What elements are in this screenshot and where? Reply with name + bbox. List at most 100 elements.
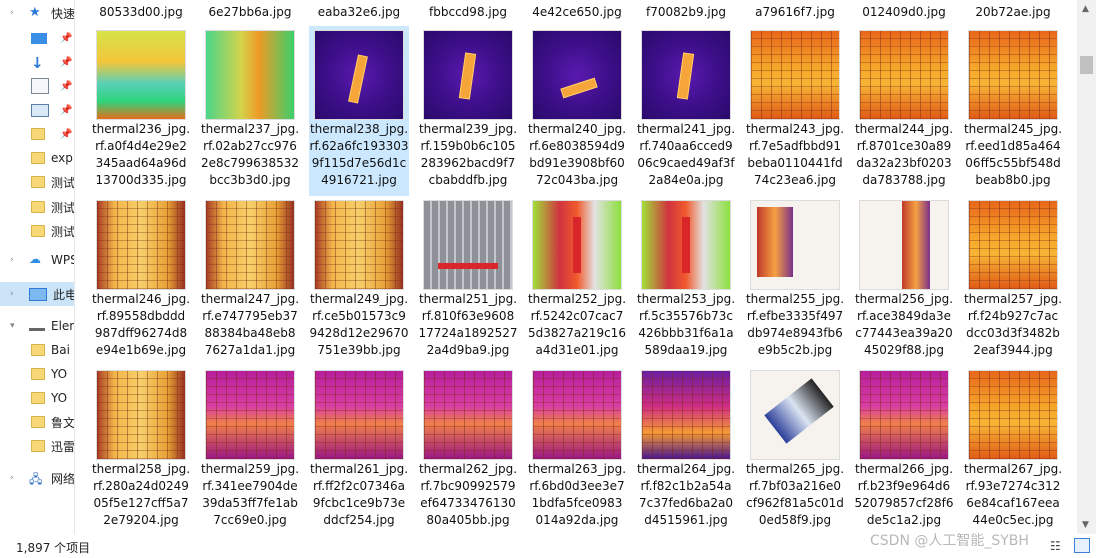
- file-tile[interactable]: thermal238_jpg. rf.62a6fc193303 9f115d7e56…: [309, 26, 409, 196]
- nav-item-6[interactable]: exp: [0, 146, 74, 170]
- details-view-icon[interactable]: ☷: [1050, 539, 1061, 553]
- nav-item-17[interactable]: 迅雷: [0, 434, 74, 458]
- file-tile[interactable]: thermal247_jpg. rf.e747795eb37 88384ba48eb…: [200, 196, 300, 366]
- expand-chevron-icon[interactable]: ›: [10, 8, 14, 18]
- file-name-line: 06ff5c55bf548d: [965, 156, 1061, 170]
- image-thumbnail[interactable]: [314, 30, 404, 120]
- nav-item-1[interactable]: 📌: [0, 26, 74, 50]
- image-thumbnail[interactable]: [859, 370, 949, 460]
- file-tile[interactable]: thermal245_jpg. rf.eed1d85a464 06ff5c55bf5…: [963, 26, 1063, 196]
- image-thumbnail[interactable]: [205, 370, 295, 460]
- file-tile[interactable]: thermal259_jpg. rf.341ee7904de 39da53ff7fe…: [200, 366, 300, 534]
- file-tile[interactable]: thermal266_jpg. rf.b23f9e964d6 52079857cf2…: [854, 366, 954, 534]
- file-caption-partial[interactable]: 4e42ce650.jpg: [527, 5, 627, 19]
- file-name: thermal237_jpg. rf.02ab27cc976 2e8c7996385…: [200, 121, 300, 189]
- expand-chevron-icon[interactable]: ▾: [10, 321, 15, 331]
- file-caption-partial[interactable]: 6e27bb6a.jpg: [200, 5, 300, 19]
- image-thumbnail[interactable]: [641, 200, 731, 290]
- file-caption-partial[interactable]: eaba32e6.jpg: [309, 5, 409, 19]
- nav-item-5[interactable]: 📌: [0, 122, 74, 146]
- image-thumbnail[interactable]: [314, 370, 404, 460]
- document-icon: [31, 78, 49, 94]
- file-tile[interactable]: thermal257_jpg. rf.f24b927c7ac dcc03d3f348…: [963, 196, 1063, 366]
- nav-item-7[interactable]: 测试: [0, 170, 74, 194]
- image-thumbnail[interactable]: [968, 30, 1058, 120]
- image-thumbnail[interactable]: [423, 370, 513, 460]
- expand-chevron-icon[interactable]: ›: [10, 255, 14, 265]
- image-thumbnail[interactable]: [314, 200, 404, 290]
- file-tile[interactable]: thermal265_jpg. rf.7bf03a216e0 cf962f81a5c…: [745, 366, 845, 534]
- image-thumbnail[interactable]: [750, 30, 840, 120]
- nav-item-18[interactable]: 🖧 网络 ›: [0, 466, 74, 490]
- image-thumbnail[interactable]: [96, 30, 186, 120]
- file-name-line: rf.ace3849da3e: [857, 309, 951, 323]
- nav-item-14[interactable]: YO: [0, 362, 74, 386]
- image-thumbnail[interactable]: [205, 200, 295, 290]
- nav-item-3[interactable]: 📌: [0, 74, 74, 98]
- file-name-line: 2a84e0a.jpg: [648, 173, 724, 187]
- nav-item-9[interactable]: 测试: [0, 219, 74, 243]
- scroll-up-icon[interactable]: ▲: [1082, 4, 1089, 14]
- file-tile[interactable]: thermal252_jpg. rf.5242c07cac7 5d3827a219c…: [527, 196, 627, 366]
- file-caption-partial[interactable]: 012409d0.jpg: [854, 5, 954, 19]
- file-tile[interactable]: thermal239_jpg. rf.159b0b6c105 283962bacd9…: [418, 26, 518, 196]
- image-thumbnail[interactable]: [750, 370, 840, 460]
- file-tile[interactable]: thermal236_jpg. rf.a0f4d4e29e2 345aad64a96…: [91, 26, 191, 196]
- file-caption-partial[interactable]: 20b72ae.jpg: [963, 5, 1063, 19]
- image-thumbnail[interactable]: [96, 200, 186, 290]
- vertical-scrollbar[interactable]: ▲ ▼: [1077, 0, 1096, 534]
- file-tile[interactable]: thermal253_jpg. rf.5c35576b73c 426bbb31f6a…: [636, 196, 736, 366]
- image-thumbnail[interactable]: [968, 200, 1058, 290]
- file-tile[interactable]: thermal246_jpg. rf.89558dbddd 987dff96274d…: [91, 196, 191, 366]
- scroll-down-icon[interactable]: ▼: [1082, 520, 1089, 530]
- file-tile[interactable]: thermal243_jpg. rf.7e5adfbbd91 beba0110441…: [745, 26, 845, 196]
- image-thumbnail[interactable]: [205, 30, 295, 120]
- expand-chevron-icon[interactable]: ›: [10, 473, 14, 483]
- image-thumbnail[interactable]: [641, 370, 731, 460]
- expand-chevron-icon[interactable]: ›: [10, 289, 14, 299]
- file-caption-partial[interactable]: a79616f7.jpg: [745, 5, 845, 19]
- file-caption-partial[interactable]: fbbccd98.jpg: [418, 5, 518, 19]
- file-tile[interactable]: thermal255_jpg. rf.efbe3335f497 db974e8943…: [745, 196, 845, 366]
- image-thumbnail[interactable]: [532, 30, 622, 120]
- nav-item-16[interactable]: 鲁文: [0, 410, 74, 434]
- image-thumbnail[interactable]: [859, 30, 949, 120]
- nav-item-13[interactable]: Bai: [0, 338, 74, 362]
- image-thumbnail[interactable]: [532, 200, 622, 290]
- image-thumbnail[interactable]: [532, 370, 622, 460]
- nav-item-12[interactable]: Elem ▾: [0, 314, 74, 338]
- image-thumbnail[interactable]: [96, 370, 186, 460]
- nav-item-11[interactable]: 此电 ›: [0, 282, 74, 306]
- file-tile[interactable]: thermal264_jpg. rf.f82c1b2a54a 7c37fed6ba2…: [636, 366, 736, 534]
- file-tile[interactable]: thermal267_jpg. rf.93e7274c312 6e84caf167e…: [963, 366, 1063, 534]
- image-thumbnail[interactable]: [968, 370, 1058, 460]
- image-thumbnail[interactable]: [423, 30, 513, 120]
- nav-item-0[interactable]: ★ 快速 ›: [0, 1, 74, 25]
- file-tile[interactable]: thermal241_jpg. rf.740aa6cced9 06c9caed49a…: [636, 26, 736, 196]
- file-tile[interactable]: thermal237_jpg. rf.02ab27cc976 2e8c7996385…: [200, 26, 300, 196]
- image-thumbnail[interactable]: [641, 30, 731, 120]
- nav-item-4[interactable]: 📌: [0, 98, 74, 122]
- nav-item-2[interactable]: ↓ 📌: [0, 50, 74, 74]
- image-thumbnail[interactable]: [859, 200, 949, 290]
- file-name-line: 72c043ba.jpg: [535, 173, 619, 187]
- file-name-line: rf.f82c1b2a54a: [640, 479, 732, 493]
- file-tile[interactable]: thermal263_jpg. rf.6bd0d3ee3e7 1bdfa5fce09…: [527, 366, 627, 534]
- file-tile[interactable]: thermal258_jpg. rf.280a24d0249 05f5e127cff…: [91, 366, 191, 534]
- image-thumbnail[interactable]: [423, 200, 513, 290]
- file-tile[interactable]: thermal240_jpg. rf.6e8038594d9 bd91e3908bf…: [527, 26, 627, 196]
- file-tile[interactable]: thermal244_jpg. rf.8701ce30a89 da32a23bf02…: [854, 26, 954, 196]
- file-tile[interactable]: thermal249_jpg. rf.ce5b01573c9 9428d12e296…: [309, 196, 409, 366]
- nav-item-8[interactable]: 测试: [0, 195, 74, 219]
- file-tile[interactable]: thermal256_jpg. rf.ace3849da3e c77443ea39a…: [854, 196, 954, 366]
- nav-item-15[interactable]: YO: [0, 386, 74, 410]
- scrollbar-thumb[interactable]: [1080, 56, 1093, 74]
- file-caption-partial[interactable]: 80533d00.jpg: [91, 5, 191, 19]
- file-tile[interactable]: thermal251_jpg. rf.810f63e9608 17724a18925…: [418, 196, 518, 366]
- nav-item-10[interactable]: ☁ WPS ›: [0, 248, 74, 272]
- file-tile[interactable]: thermal262_jpg. rf.7bc90992579 ef647334761…: [418, 366, 518, 534]
- image-thumbnail[interactable]: [750, 200, 840, 290]
- thumbnail-view-icon[interactable]: [1074, 538, 1090, 553]
- file-caption-partial[interactable]: f70082b9.jpg: [636, 5, 736, 19]
- file-tile[interactable]: thermal261_jpg. rf.ff2f2c07346a 9fcbc1ce9b…: [309, 366, 409, 534]
